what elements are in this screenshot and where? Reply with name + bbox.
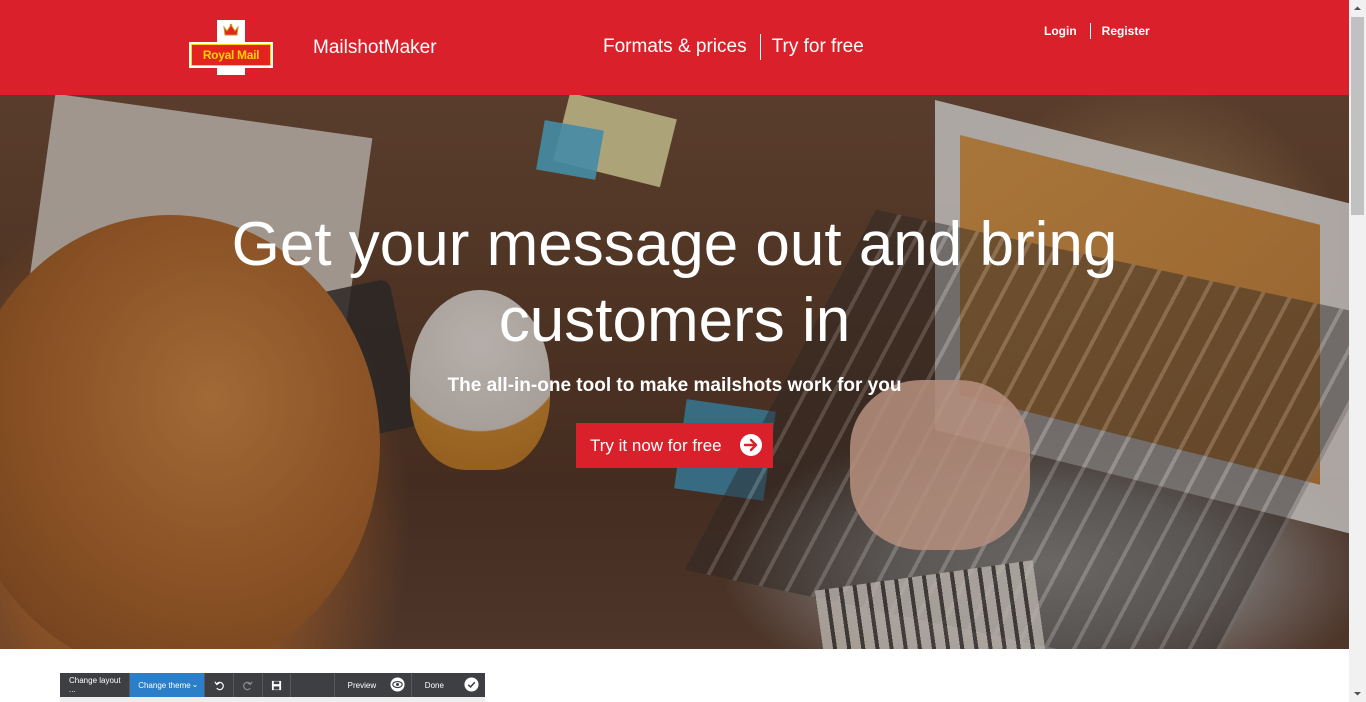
redo-icon — [243, 681, 253, 690]
hero-title-line-2: customers in — [498, 286, 851, 355]
nav-formats-prices[interactable]: Formats & prices — [603, 36, 747, 58]
hero-title: Get your message out and bring customers… — [0, 207, 1349, 359]
editor-canvas-edge — [60, 697, 485, 702]
brand-part-maker: Maker — [383, 37, 437, 58]
editor-toolbar-preview: Change layout ... Change theme ⌄ Preview — [60, 673, 485, 697]
check-circle-icon — [464, 677, 479, 692]
redo-button[interactable] — [234, 673, 263, 697]
royal-mail-logo[interactable]: Royal Mail — [189, 20, 273, 75]
save-icon — [271, 680, 281, 690]
nav-divider — [759, 34, 761, 60]
change-layout-label: Change layout ... — [69, 676, 121, 694]
hero-overlay — [0, 95, 1349, 649]
crown-icon — [223, 23, 239, 36]
change-layout-button[interactable]: Change layout ... — [60, 673, 131, 697]
done-label: Done — [424, 680, 444, 690]
arrow-right-circle-icon — [740, 434, 762, 456]
account-divider — [1089, 23, 1091, 39]
site-header: Royal Mail MailshotMaker Formats & price… — [0, 0, 1349, 95]
eye-icon — [390, 677, 405, 692]
register-link[interactable]: Register — [1102, 24, 1150, 38]
preview-label: Preview — [347, 680, 377, 690]
chevron-down-icon: ⌄ — [191, 680, 199, 689]
account-links: Login Register — [1044, 22, 1150, 40]
hero-title-line-1: Get your message out and bring — [231, 210, 1118, 279]
save-button[interactable] — [263, 673, 292, 697]
logo-text: Royal Mail — [202, 48, 260, 62]
undo-icon — [214, 681, 224, 690]
scroll-up-arrow-icon[interactable] — [1349, 0, 1366, 17]
toolbar-spacer — [291, 673, 335, 697]
preview-button[interactable]: Preview — [335, 673, 412, 697]
page-scrollbar[interactable] — [1349, 0, 1366, 702]
login-link[interactable]: Login — [1044, 24, 1077, 38]
scroll-down-arrow-icon[interactable] — [1349, 685, 1366, 702]
undo-button[interactable] — [205, 673, 234, 697]
hero-banner: Get your message out and bring customers… — [0, 95, 1349, 649]
nav-try-for-free[interactable]: Try for free — [772, 36, 864, 58]
try-now-button[interactable]: Try it now for free — [576, 423, 773, 468]
scrollbar-thumb[interactable] — [1351, 17, 1364, 215]
main-nav: Formats & prices Try for free — [603, 33, 864, 61]
product-name[interactable]: MailshotMaker — [313, 36, 437, 60]
done-button[interactable]: Done — [412, 673, 485, 697]
hero-subtitle: The all-in-one tool to make mailshots wo… — [447, 375, 902, 396]
brand-part-mailshot: Mailshot — [313, 37, 384, 58]
change-theme-button[interactable]: Change theme ⌄ — [130, 673, 206, 697]
try-now-label: Try it now for free — [590, 435, 722, 455]
change-theme-label: Change theme — [138, 680, 191, 690]
